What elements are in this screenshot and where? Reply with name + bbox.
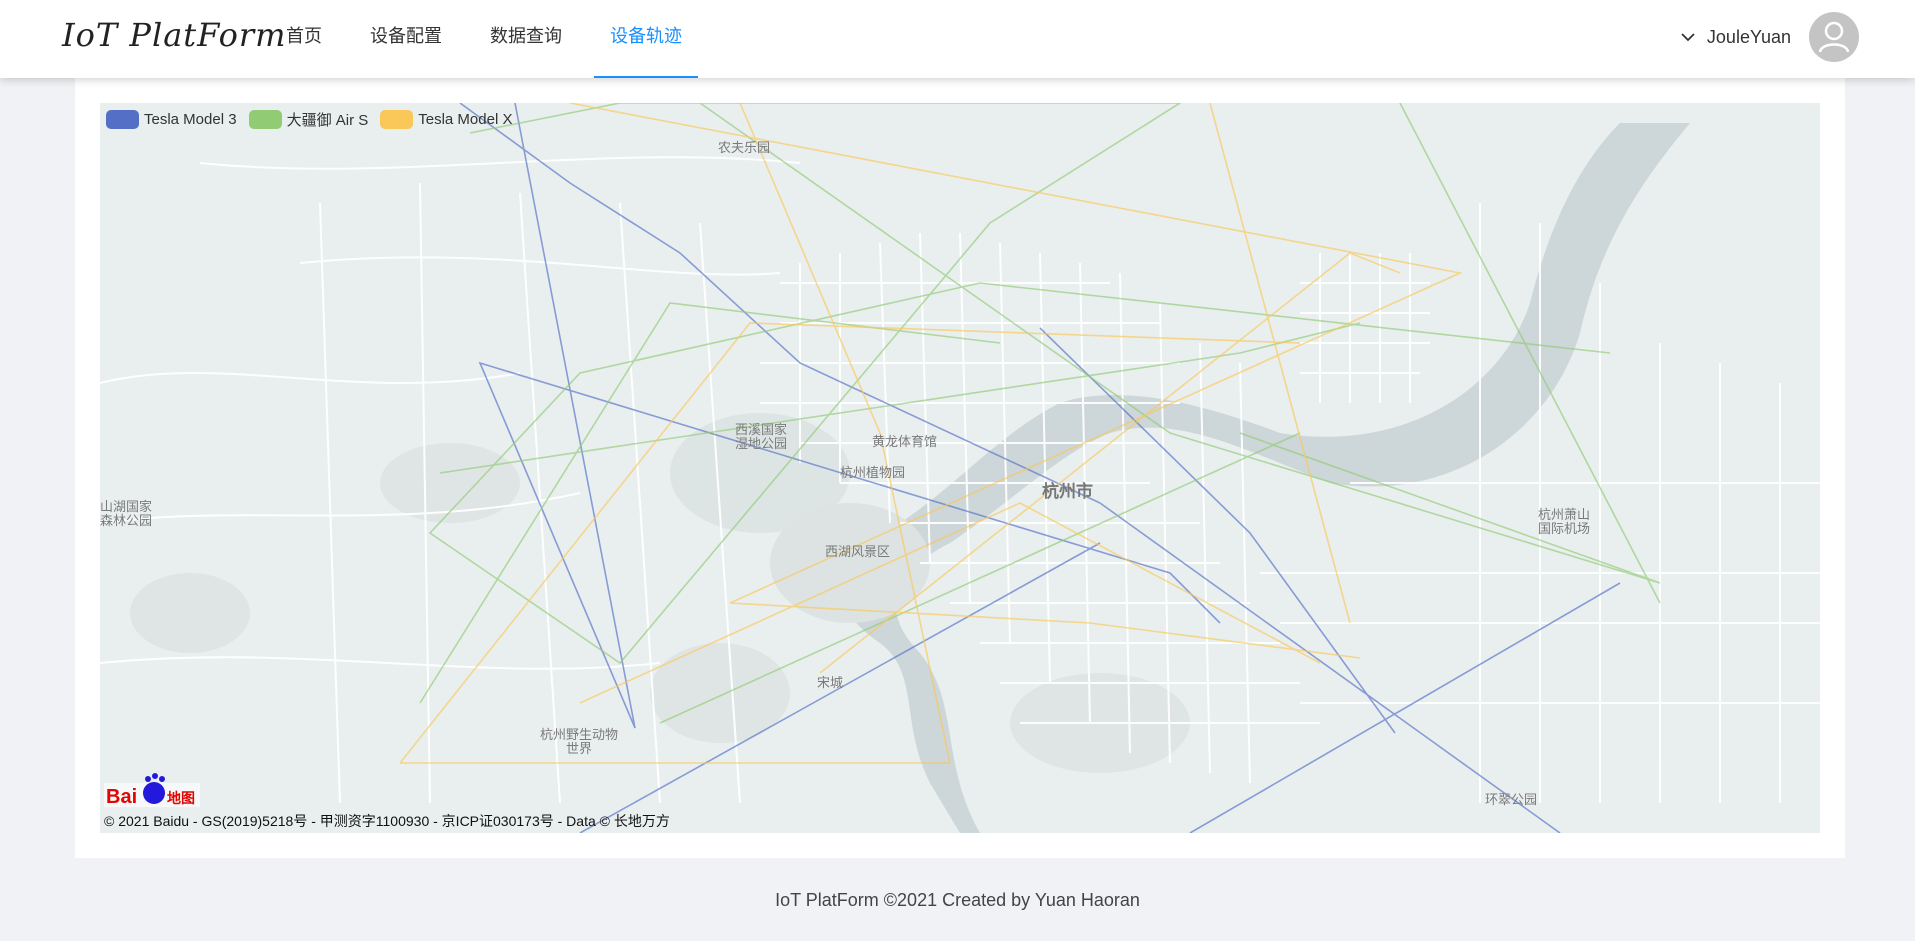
map-label-huanglong: 黄龙体育馆 [872, 434, 938, 449]
map-label-airport: 杭州萧山 国际机场 [1538, 507, 1591, 536]
main-nav: 首页 设备配置 数据查询 设备轨迹 [270, 0, 714, 78]
username[interactable]: JouleYuan [1707, 27, 1791, 48]
svg-text:地图: 地图 [167, 790, 195, 807]
map-legend: Tesla Model 3 大疆御 Air S Tesla Model X [106, 109, 524, 130]
legend-label: 大疆御 Air S [286, 112, 369, 129]
map-base [100, 103, 1820, 833]
legend-item-dji-air-s[interactable]: 大疆御 Air S [248, 109, 369, 130]
map-label-xixi: 西溪国家 湿地公园 [735, 422, 788, 451]
user-avatar-icon[interactable] [1809, 12, 1859, 62]
map-label-botanical: 杭州植物园 [840, 465, 906, 480]
nav-item-device-config[interactable]: 设备配置 [354, 0, 458, 78]
map-label-nongfu: 农夫乐园 [718, 140, 771, 155]
map-label-forest: 山湖国家 森林公园 [100, 499, 153, 528]
nav-item-data-query[interactable]: 数据查询 [474, 0, 578, 78]
top-header: IoT PlatForm 首页 设备配置 数据查询 设备轨迹 JouleYuan [0, 0, 1915, 78]
nav-item-device-track[interactable]: 设备轨迹 [594, 0, 698, 78]
nav-item-home[interactable]: 首页 [270, 0, 338, 78]
legend-label: Tesla Model 3 [144, 111, 237, 128]
map-label-zoo: 杭州野生动物 世界 [540, 727, 619, 756]
map-copyright: © 2021 Baidu - GS(2019)5218号 - 甲测资字11009… [104, 813, 670, 829]
trajectory-map[interactable]: 农夫乐园 西溪国家 湿地公园 黄龙体育馆 杭州植物园 杭州市 西湖风景区 宋城 … [100, 103, 1820, 833]
baidu-map-logo[interactable]: Bai 地图 [104, 771, 200, 807]
legend-label: Tesla Model X [418, 111, 513, 128]
legend-swatch [248, 110, 282, 129]
map-label-huanzhao: 环翠公园 [1485, 792, 1538, 807]
map-label-songcheng: 宋城 [817, 675, 844, 690]
legend-swatch [106, 110, 139, 129]
legend-item-tesla-model-x[interactable]: Tesla Model X [380, 110, 512, 129]
legend-item-tesla-model-3[interactable]: Tesla Model 3 [106, 110, 237, 129]
app-logo[interactable]: IoT PlatForm [62, 16, 286, 54]
legend-swatch [380, 110, 414, 129]
page-footer: IoT PlatForm ©2021 Created by Yuan Haora… [775, 890, 1140, 910]
svg-text:Bai: Bai [106, 786, 137, 807]
user-menu[interactable]: JouleYuan [1679, 12, 1859, 62]
map-label-hangzhou: 杭州市 [1042, 482, 1093, 501]
chevron-down-icon[interactable] [1679, 28, 1697, 46]
map-label-xihu: 西湖风景区 [825, 544, 891, 559]
